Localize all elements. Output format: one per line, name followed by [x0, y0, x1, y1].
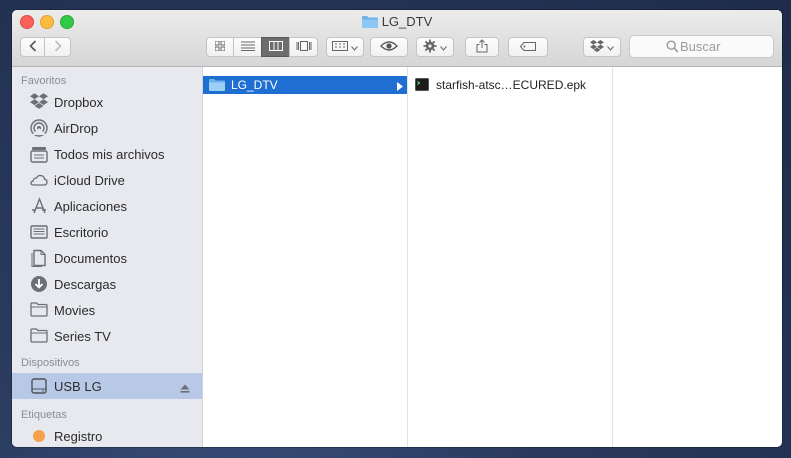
item-name: LG_DTV	[231, 78, 278, 92]
sidebar-item-movies[interactable]: Movies	[12, 297, 202, 323]
cover-flow-icon	[296, 40, 312, 54]
cloud-icon	[30, 171, 48, 189]
sidebar-item-label: Descargas	[54, 276, 117, 292]
search-input[interactable]	[630, 38, 773, 55]
column-view-button[interactable]	[261, 37, 290, 57]
sidebar-item-all-files[interactable]: Todos mis archivos	[12, 141, 202, 167]
list-item-lg-dtv[interactable]: LG_DTV	[203, 76, 407, 94]
folder-icon	[209, 78, 225, 94]
gear-icon	[423, 39, 437, 56]
cover-flow-view-button[interactable]	[289, 37, 318, 57]
dropbox-button[interactable]	[583, 37, 621, 57]
item-name: starfish-atsc…ECURED.epk	[436, 78, 587, 92]
disclosure-arrow-icon	[397, 80, 403, 94]
sidebar-section-favoritos: Favoritos	[21, 75, 67, 87]
dropbox-icon	[590, 39, 604, 55]
sidebar-item-registro[interactable]: Registro	[12, 423, 202, 447]
icon-view-button[interactable]	[206, 37, 234, 57]
folder-icon	[30, 327, 48, 345]
folder-icon	[30, 301, 48, 319]
sidebar-item-label: Series TV	[54, 328, 111, 344]
desktop-icon	[30, 223, 48, 241]
sidebar-item-desktop[interactable]: Escritorio	[12, 219, 202, 245]
window-title-area: LG_DTV	[12, 14, 782, 30]
folder-icon	[361, 15, 378, 31]
chevron-down-icon	[351, 40, 358, 54]
sidebar-item-series-tv[interactable]: Series TV	[12, 323, 202, 349]
executable-file-icon	[415, 78, 429, 94]
browser-column-3	[613, 67, 782, 447]
list-icon	[240, 40, 255, 54]
arrange-button[interactable]	[326, 37, 364, 57]
search-field[interactable]	[629, 35, 774, 58]
sidebar-item-label: Aplicaciones	[54, 198, 127, 214]
chevron-right-icon	[54, 39, 62, 55]
sidebar-item-label: Documentos	[54, 250, 127, 266]
drive-icon	[30, 377, 48, 395]
forward-button[interactable]	[44, 37, 71, 57]
documents-icon	[30, 249, 48, 267]
share-button[interactable]	[465, 37, 499, 57]
chevron-down-icon	[607, 40, 614, 54]
tags-button[interactable]	[508, 37, 548, 57]
browser-column-2: starfish-atsc…ECURED.epk	[408, 67, 613, 447]
search-icon	[666, 40, 679, 56]
titlebar: LG_DTV	[12, 10, 782, 67]
action-button[interactable]	[416, 37, 454, 57]
airdrop-icon	[30, 119, 48, 137]
window-title: LG_DTV	[381, 14, 433, 29]
sidebar-item-label: AirDrop	[54, 120, 99, 136]
quick-look-button[interactable]	[370, 37, 408, 57]
chevron-left-icon	[28, 39, 37, 55]
applications-icon	[30, 197, 48, 215]
finder-window: LG_DTV Buscar Favoritos Dropbox AirDrop …	[12, 10, 782, 447]
columns-icon	[268, 40, 283, 54]
arrange-icon	[332, 40, 348, 54]
sidebar-item-label: Movies	[54, 302, 96, 318]
share-icon	[476, 38, 488, 56]
sidebar-item-documents[interactable]: Documentos	[12, 245, 202, 271]
browser-column-1: LG_DTV	[203, 67, 408, 447]
list-item-epk-file[interactable]: starfish-atsc…ECURED.epk	[408, 76, 612, 94]
sidebar-item-downloads[interactable]: Descargas	[12, 271, 202, 297]
sidebar-section-dispositivos: Dispositivos	[21, 357, 80, 369]
sidebar-item-label: USB LG	[54, 378, 102, 394]
tag-icon	[519, 40, 536, 54]
sidebar-section-etiquetas: Etiquetas	[21, 409, 67, 421]
eject-icon[interactable]	[180, 381, 190, 396]
sidebar-item-dropbox[interactable]: Dropbox	[12, 89, 202, 115]
downloads-icon	[30, 275, 48, 293]
sidebar: Favoritos Dropbox AirDrop Todos mis arch…	[12, 67, 203, 447]
tag-orange-icon	[30, 427, 48, 445]
sidebar-item-usb-lg[interactable]: USB LG	[12, 373, 202, 399]
dropbox-icon	[30, 93, 48, 111]
chevron-down-icon	[440, 40, 447, 54]
sidebar-item-applications[interactable]: Aplicaciones	[12, 193, 202, 219]
sidebar-item-icloud-drive[interactable]: iCloud Drive	[12, 167, 202, 193]
sidebar-item-label: Registro	[54, 428, 103, 444]
sidebar-item-label: Todos mis archivos	[54, 146, 165, 162]
list-view-button[interactable]	[233, 37, 262, 57]
grid-icon	[214, 40, 226, 54]
sidebar-item-airdrop[interactable]: AirDrop	[12, 115, 202, 141]
all-files-icon	[30, 145, 48, 163]
sidebar-item-label: iCloud Drive	[54, 172, 125, 188]
back-button[interactable]	[20, 37, 45, 57]
eye-icon	[380, 40, 398, 54]
sidebar-item-label: Escritorio	[54, 224, 109, 240]
sidebar-item-label: Dropbox	[54, 94, 104, 110]
